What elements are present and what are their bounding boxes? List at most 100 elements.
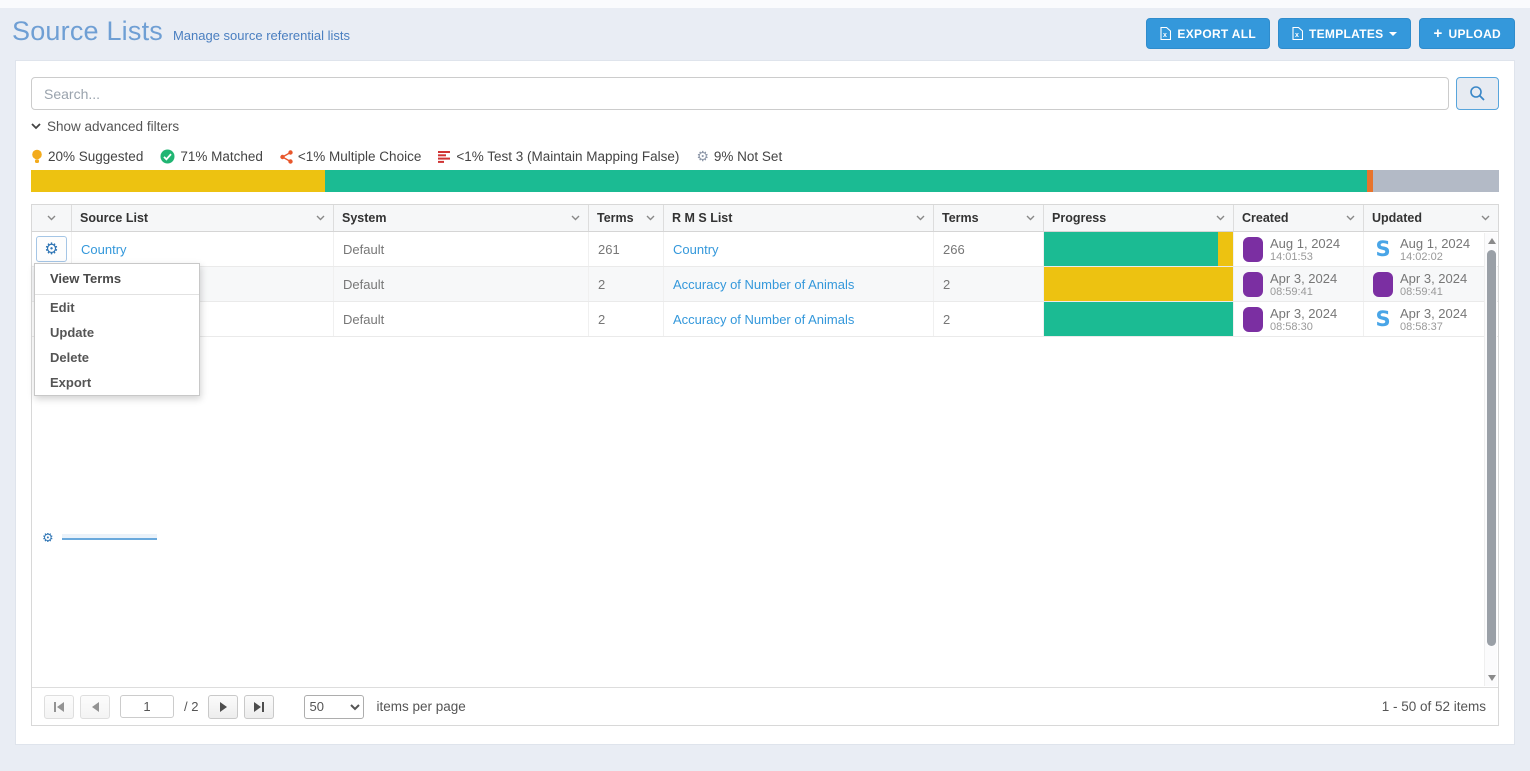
plus-icon [1433, 26, 1442, 41]
menu-item-update[interactable]: Update [35, 320, 199, 345]
first-page-button[interactable] [44, 695, 74, 719]
matched-segment [325, 170, 1367, 192]
chevron-down-icon[interactable] [646, 215, 655, 221]
column-header-updated[interactable]: Updated [1364, 205, 1498, 231]
chevron-down-icon[interactable] [1481, 215, 1490, 221]
rms-list-link[interactable]: Country [673, 242, 719, 257]
overall-progress-bar [31, 170, 1499, 192]
menu-item-delete[interactable]: Delete [35, 345, 199, 370]
suggested-segment [1044, 267, 1233, 301]
created-time: 14:01:53 [1270, 251, 1340, 263]
excel-file-icon: x [1292, 27, 1303, 40]
column-label: System [342, 211, 386, 225]
table-row: Default 2 Accuracy of Number of Animals … [32, 302, 1498, 337]
column-label: R M S List [672, 211, 732, 225]
suggested-segment [31, 170, 325, 192]
source-list-link[interactable]: Country [81, 242, 127, 257]
upload-button[interactable]: UPLOAD [1419, 18, 1515, 49]
chevron-down-icon[interactable] [1026, 215, 1035, 221]
menu-item-view-terms[interactable]: View Terms [35, 264, 199, 294]
items-per-page-label: items per page [376, 699, 465, 714]
next-page-button[interactable] [208, 695, 238, 719]
column-header-rms-list[interactable]: R M S List [664, 205, 934, 231]
svg-text:x: x [1163, 32, 1167, 39]
last-page-icon [262, 702, 264, 712]
scroll-up-icon[interactable] [1488, 238, 1496, 244]
created-time: 08:59:41 [1270, 286, 1337, 298]
created-time: 08:58:30 [1270, 321, 1337, 333]
first-page-icon [57, 702, 64, 712]
show-advanced-filters-toggle[interactable]: Show advanced filters [31, 119, 179, 134]
page-size-select[interactable]: 50 [304, 695, 364, 719]
column-header-created[interactable]: Created [1234, 205, 1364, 231]
column-header-progress[interactable]: Progress [1044, 205, 1234, 231]
excel-file-icon: x [1160, 27, 1171, 40]
terms-cell: 2 [589, 267, 664, 301]
column-label: Terms [597, 211, 634, 225]
column-label: Progress [1052, 211, 1106, 225]
column-header-system[interactable]: System [334, 205, 589, 231]
rms-list-link[interactable]: Accuracy of Number of Animals [673, 277, 854, 292]
rms-list-cell: Accuracy of Number of Animals [664, 302, 934, 336]
search-input[interactable] [31, 77, 1449, 110]
last-page-button[interactable] [244, 695, 274, 719]
svg-text:x: x [1295, 32, 1299, 39]
scroll-down-icon[interactable] [1488, 675, 1496, 681]
updated-time: 08:58:37 [1400, 321, 1467, 333]
page-title: Source Lists [12, 16, 163, 47]
previous-page-button[interactable] [80, 695, 110, 719]
chevron-down-icon[interactable] [47, 215, 56, 221]
rms-list-link[interactable]: Accuracy of Number of Animals [673, 312, 854, 327]
column-header-source-list[interactable]: Source List [72, 205, 334, 231]
chevron-down-icon[interactable] [571, 215, 580, 221]
menu-item-edit[interactable]: Edit [35, 295, 199, 320]
legend-label: <1% Test 3 (Maintain Mapping False) [456, 149, 679, 164]
column-label: Updated [1372, 211, 1422, 225]
updated-date: Apr 3, 2024 [1400, 271, 1467, 286]
created-cell: Apr 3, 2024 08:58:30 [1234, 302, 1364, 336]
system-cell: Default [334, 302, 589, 336]
rms-list-cell: Country [664, 232, 934, 266]
search-button[interactable] [1456, 77, 1499, 110]
row-actions-gear-button[interactable] [36, 236, 67, 262]
table-row: Country Default 261 Country 266 Aug 1, 2… [32, 232, 1498, 267]
legend-item-test3: <1% Test 3 (Maintain Mapping False) [438, 149, 679, 164]
templates-button[interactable]: x TEMPLATES [1278, 18, 1411, 49]
menu-item-export[interactable]: Export [35, 370, 199, 395]
progress-cell [1044, 302, 1234, 336]
next-page-icon [220, 702, 227, 712]
created-date: Aug 1, 2024 [1270, 236, 1340, 251]
chevron-down-icon[interactable] [1346, 215, 1355, 221]
column-header-rms-terms[interactable]: Terms [934, 205, 1044, 231]
pager: / 2 50 items per page 1 - 50 of 52 items [32, 687, 1498, 725]
page-number-input[interactable] [120, 695, 174, 718]
gear-icon [696, 149, 709, 164]
updated-date: Aug 1, 2024 [1400, 236, 1470, 251]
scrollbar-thumb[interactable] [1487, 250, 1496, 646]
updated-time: 14:02:02 [1400, 251, 1470, 263]
export-all-button[interactable]: x EXPORT ALL [1146, 18, 1270, 49]
items-range-label: 1 - 50 of 52 items [1382, 699, 1486, 714]
chevron-down-icon[interactable] [916, 215, 925, 221]
created-by-icon [1243, 272, 1263, 297]
matched-segment [1044, 302, 1233, 336]
chevron-down-icon[interactable] [1216, 215, 1225, 221]
toolbar: x EXPORT ALL x TEMPLATES UPLOAD [1146, 18, 1515, 49]
list-bars-icon [438, 151, 451, 163]
created-by-icon [1243, 237, 1263, 262]
grid-body: Country Default 261 Country 266 Aug 1, 2… [32, 232, 1498, 687]
column-header-terms[interactable]: Terms [589, 205, 664, 231]
page-subtitle: Manage source referential lists [173, 28, 350, 43]
vertical-scrollbar[interactable] [1484, 233, 1497, 686]
legend-item-not-set: 9% Not Set [696, 149, 782, 164]
gear-icon [42, 533, 54, 542]
source-lists-panel: Show advanced filters 20% Suggested 71% … [15, 60, 1515, 745]
source-list-cell: Country [72, 232, 334, 266]
terms-cell: 2 [589, 302, 664, 336]
lightbulb-icon [31, 149, 43, 164]
chevron-down-icon[interactable] [316, 215, 325, 221]
column-label: Source List [80, 211, 148, 225]
check-circle-icon [160, 149, 175, 164]
column-header-actions[interactable] [32, 205, 72, 231]
share-icon [280, 150, 293, 164]
